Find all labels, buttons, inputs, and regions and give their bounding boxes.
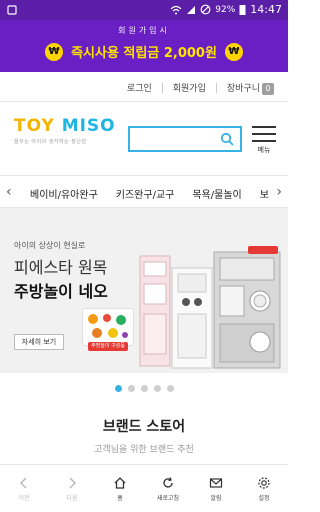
category-baby-toys[interactable]: 베이비/유아완구 [30,186,98,201]
carousel-dot[interactable] [114,385,122,392]
chevron-right-icon[interactable]: › [276,184,282,200]
brand-store-section: 브랜드 스토어 고객님을 위한 브랜드 추천 [0,416,288,455]
won-coin-icon: ₩ [45,42,64,61]
won-coin-icon: ₩ [224,42,243,61]
home-button[interactable]: 홈 [96,465,144,512]
hero-title-line2: 주방놀이 네오 [14,282,108,301]
login-link[interactable]: 로그인 [127,81,152,94]
divider [161,82,163,93]
blocked-icon [200,4,211,15]
signal-icon [187,5,196,14]
join-link[interactable]: 회원가입 [173,81,206,94]
logo-tagline: 꿈꾸는 아이의 생각하는 장난감 [14,139,87,145]
category-kids-toys[interactable]: 키즈완구/교구 [116,186,175,201]
carousel-dot[interactable] [153,385,161,392]
category-nav: ‹ 베이비/유아완구 키즈완구/교구 목욕/물놀이 보 › [0,176,288,208]
refresh-icon [163,476,173,488]
menu-label: 메뉴 [257,146,271,154]
home-icon [114,476,126,489]
site-header: TOY MISO 꿈꾸는 아이의 생각하는 장난감 메뉴 [0,102,288,176]
carousel-dot[interactable] [166,385,174,392]
chevron-left-icon[interactable]: ‹ [6,184,12,200]
carousel-pagination [0,385,288,392]
back-button[interactable]: 이전 [0,465,48,512]
forward-label: 다음 [66,494,78,502]
play-kitchen-image [139,246,281,369]
refresh-button[interactable]: 새로고침 [144,465,192,512]
mail-label: 알림 [210,494,222,502]
hero-title-line1: 피에스타 원목 [14,258,108,277]
category-more[interactable]: 보 [260,186,269,201]
carousel-dot[interactable] [127,385,135,392]
search-input[interactable] [128,126,242,152]
promo-headline: 즉시사용 적립금 2,000원 [71,46,217,61]
view-details-button[interactable]: 자세히 보기 [14,334,64,350]
notification-icon [7,5,17,15]
mail-button[interactable]: 알림 [192,465,240,512]
product-tag: 주방놀이 구성품 [88,342,128,351]
logo-text-part1: TOY [14,116,55,136]
forward-arrow-icon [69,476,77,489]
search-icon[interactable] [220,132,234,146]
site-logo[interactable]: TOY MISO 꿈꾸는 아이의 생각하는 장난감 [14,116,116,145]
logo-text-part2: MISO [61,116,116,136]
hamburger-icon-bar [252,133,276,135]
signup-promo-banner[interactable]: 회원가입시 ₩ 즉시사용 적립금 2,000원 ₩ [0,20,288,72]
top-utility-nav: 로그인 회원가입 장바구니 0 [0,72,288,102]
hamburger-icon-bar [252,140,276,142]
wifi-icon [170,5,182,14]
food-icon [88,314,128,338]
food-accessories-image [82,308,134,346]
menu-button[interactable]: 메뉴 [252,126,276,155]
home-label: 홈 [117,494,123,502]
refresh-label: 새로고침 [156,494,180,502]
bottom-nav: 이전 다음 홈 새로고침 알림 설정 [0,464,288,512]
status-bar: 92% 14:47 [0,0,288,20]
settings-label: 설정 [258,494,270,502]
section-subtitle: 고객님을 위한 브랜드 추천 [94,445,194,455]
battery-icon [239,5,246,15]
hero-caption: 아이의 상상이 현실로 [14,241,86,250]
forward-button[interactable]: 다음 [48,465,96,512]
gear-icon [258,476,270,489]
back-arrow-icon [19,476,27,489]
settings-button[interactable]: 설정 [240,465,288,512]
category-bath-water[interactable]: 목욕/물놀이 [192,186,241,201]
cart-link[interactable]: 장바구니 0 [227,81,274,95]
promo-subtitle: 회원가입시 [118,26,170,35]
hamburger-icon-bar [252,126,276,128]
cart-label: 장바구니 [226,84,260,94]
mail-icon [209,477,223,488]
divider [215,82,217,93]
cart-count-badge: 0 [262,82,274,95]
back-label: 이전 [18,494,30,502]
hero-banner[interactable]: 아이의 상상이 현실로 피에스타 원목 주방놀이 네오 자세히 보기 주방놀이 … [0,208,288,373]
carousel-dot[interactable] [140,385,148,392]
clock: 14:47 [250,3,282,16]
section-title: 브랜드 스토어 [102,419,186,435]
battery-level: 92% [215,4,236,15]
